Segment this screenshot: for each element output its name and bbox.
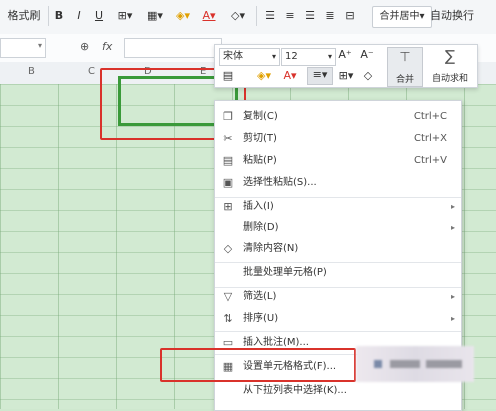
menu-item-cut[interactable]: ✂ 剪切(T) Ctrl+X bbox=[215, 129, 461, 149]
chevron-down-icon: ▾ bbox=[37, 41, 42, 50]
filter-icon: ▽ bbox=[223, 290, 233, 303]
chevron-down-icon: ▾ bbox=[327, 52, 332, 61]
clear-format-icon[interactable]: ◇▾ bbox=[226, 6, 250, 26]
align-bottom-icon[interactable]: ☰ bbox=[302, 6, 318, 26]
font-size-value: 12 bbox=[285, 51, 298, 62]
font-size-select[interactable]: 12 ▾ bbox=[281, 48, 336, 66]
zoom-search-icon[interactable]: ⊕ bbox=[80, 40, 89, 53]
formula-input[interactable] bbox=[124, 38, 222, 58]
autosum-button[interactable]: ∑ 自动求和 bbox=[425, 47, 475, 85]
menu-item-delete[interactable]: 删除(D) ▸ bbox=[215, 218, 461, 238]
menu-item-pick-from-list[interactable]: 从下拉列表中选择(K)... bbox=[215, 381, 461, 401]
eraser-icon[interactable]: ◇ bbox=[361, 69, 375, 82]
sigma-icon: ∑ bbox=[444, 47, 456, 65]
insert-icon: ⊞ bbox=[223, 200, 233, 213]
eraser-icon: ◇ bbox=[223, 242, 233, 255]
watermark-bar bbox=[390, 360, 420, 368]
highlight-box-format-cells bbox=[160, 348, 356, 382]
shrink-font-icon[interactable]: A⁻ bbox=[359, 48, 375, 61]
toolbar-divider bbox=[256, 6, 257, 26]
cut-icon: ✂ bbox=[223, 132, 233, 145]
menu-item-shortcut: Ctrl+C bbox=[413, 111, 447, 122]
autosum-label: 自动求和 bbox=[431, 74, 468, 84]
align-middle-icon[interactable]: ≡ bbox=[282, 6, 298, 26]
column-header[interactable]: C bbox=[88, 66, 95, 77]
mini-toolbar: 宋体 ▾ 12 ▾ A⁺ A⁻ ▤ ◈▾ A▾ ≡▾ ⊞▾ ◇ ⊤ 合并 ∑ 自动求… bbox=[214, 44, 478, 88]
menu-item-label: 粘贴(P) bbox=[243, 155, 277, 166]
menu-divider bbox=[215, 331, 461, 332]
chevron-down-icon: ▾ bbox=[271, 52, 276, 61]
merge-center-label: 合并居中 bbox=[379, 11, 420, 22]
submenu-arrow-icon: ▸ bbox=[450, 314, 455, 323]
fx-label[interactable]: fx bbox=[102, 40, 112, 53]
submenu-arrow-icon: ▸ bbox=[450, 202, 455, 211]
borders-icon[interactable]: ⊞▾ bbox=[337, 69, 355, 82]
menu-item-insert[interactable]: ⊞ 插入(I) ▸ bbox=[215, 197, 461, 217]
menu-item-label: 剪切(T) bbox=[243, 133, 277, 144]
merge-button[interactable]: ⊤ 合并 bbox=[387, 47, 423, 87]
watermark-bar bbox=[426, 360, 462, 368]
menu-item-filter[interactable]: ▽ 筛选(L) ▸ bbox=[215, 287, 461, 307]
menu-item-paste[interactable]: ▤ 粘贴(P) Ctrl+V bbox=[215, 151, 461, 171]
font-name-select[interactable]: 宋体 ▾ bbox=[219, 48, 280, 66]
name-box[interactable]: ▾ bbox=[0, 38, 46, 58]
toolbar-divider bbox=[48, 6, 49, 26]
merge-center-button[interactable]: 合并居中▾ bbox=[372, 6, 432, 28]
merge-icon: ⊤ bbox=[399, 50, 411, 65]
font-color-icon[interactable]: A▾ bbox=[198, 6, 220, 26]
menu-item-label: 筛选(L) bbox=[243, 291, 277, 302]
align-top-icon[interactable]: ☰ bbox=[262, 6, 278, 26]
font-name-value: 宋体 bbox=[223, 51, 243, 62]
bold-button[interactable]: B bbox=[52, 6, 66, 26]
menu-item-batch-process[interactable]: 批量处理单元格(P) bbox=[215, 263, 461, 283]
paste-special-icon: ▣ bbox=[222, 176, 234, 189]
align-center-icon[interactable]: ≡▾ bbox=[307, 67, 333, 85]
paste-icon: ▤ bbox=[222, 154, 234, 167]
format-painter-button[interactable]: 格式刷 bbox=[4, 6, 44, 26]
menu-item-clear-contents[interactable]: ◇ 清除内容(N) bbox=[215, 239, 461, 259]
cell-style-icon[interactable]: ▦▾ bbox=[142, 6, 168, 26]
menu-item-shortcut: Ctrl+X bbox=[413, 133, 447, 144]
align-justify-icon[interactable]: ≣ bbox=[322, 6, 338, 26]
column-header[interactable]: B bbox=[28, 66, 35, 77]
italic-button[interactable]: I bbox=[72, 6, 86, 26]
menu-item-label: 选择性粘贴(S)... bbox=[243, 177, 317, 188]
menu-item-copy[interactable]: ❐ 复制(C) Ctrl+C bbox=[215, 107, 461, 127]
submenu-arrow-icon: ▸ bbox=[450, 223, 455, 232]
menu-item-label: 清除内容(N) bbox=[243, 243, 299, 254]
grow-font-icon[interactable]: A⁺ bbox=[337, 48, 353, 61]
blurred-watermark bbox=[356, 346, 474, 382]
ribbon-toolbar: 格式刷 B I U ⊞▾ ▦▾ ◈▾ A▾ ◇▾ ☰ ≡ ☰ ≣ ⊟ 合并居中▾… bbox=[0, 0, 496, 35]
menu-item-paste-special[interactable]: ▣ 选择性粘贴(S)... bbox=[215, 173, 461, 193]
menu-item-label: 删除(D) bbox=[243, 222, 279, 233]
menu-item-label: 从下拉列表中选择(K)... bbox=[243, 385, 347, 396]
menu-item-label: 插入(I) bbox=[243, 201, 274, 212]
sort-icon: ⇅ bbox=[223, 312, 233, 325]
borders-icon[interactable]: ⊞▾ bbox=[112, 6, 138, 26]
copy-icon: ❐ bbox=[223, 110, 233, 123]
fill-color-icon[interactable]: ◈▾ bbox=[255, 69, 273, 82]
wrap-text-button[interactable]: 自动换行 bbox=[430, 6, 474, 26]
distribute-icon[interactable]: ⊟ bbox=[342, 6, 358, 26]
merge-label: 合并 bbox=[395, 75, 414, 85]
underline-button[interactable]: U bbox=[92, 6, 106, 26]
menu-item-shortcut: Ctrl+V bbox=[413, 155, 447, 166]
menu-item-label: 排序(U) bbox=[243, 313, 279, 324]
font-color-icon[interactable]: A▾ bbox=[281, 69, 299, 82]
fill-color-icon[interactable]: ◈▾ bbox=[170, 6, 196, 26]
cell-style-icon[interactable]: ▤ bbox=[221, 69, 235, 82]
menu-item-label: 复制(C) bbox=[243, 111, 278, 122]
menu-item-label: 批量处理单元格(P) bbox=[243, 267, 327, 278]
watermark-square bbox=[374, 360, 382, 368]
menu-item-sort[interactable]: ⇅ 排序(U) ▸ bbox=[215, 309, 461, 329]
submenu-arrow-icon: ▸ bbox=[450, 292, 455, 301]
